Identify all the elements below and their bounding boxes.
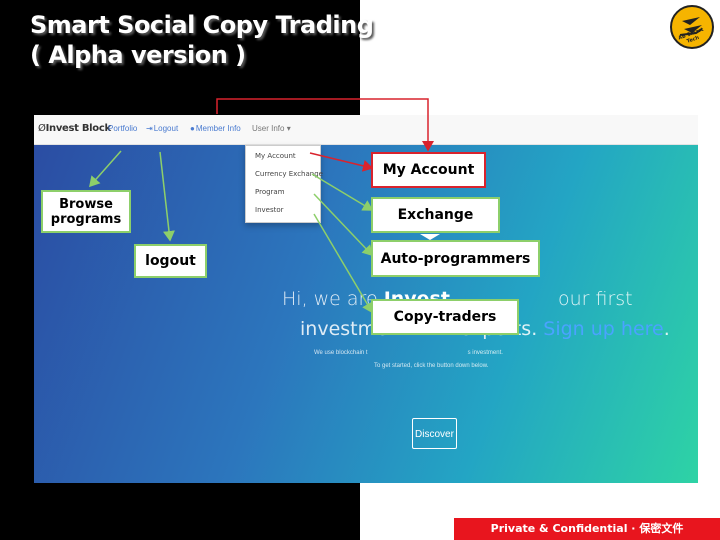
arrow-auto-programmers [313,193,374,257]
arrow-browse [89,150,122,188]
callout-browse-programs: Browse programs [41,190,131,233]
arrow-copy-traders [313,213,373,314]
callout-logout: logout [134,244,207,278]
connector-lines [89,98,440,314]
callout-my-account: My Account [371,152,486,188]
arrow-account-top [216,98,434,152]
callout-auto-programmers: Auto-programmers [371,240,540,277]
arrow-logout [159,151,175,242]
confidential-footer: Private & Confidential · 保密文件 [454,518,720,540]
callout-exchange: Exchange [371,197,500,233]
callout-copy-traders: Copy-traders [371,299,519,335]
arrow-my-account [309,152,374,172]
arrow-exchange [311,173,374,211]
